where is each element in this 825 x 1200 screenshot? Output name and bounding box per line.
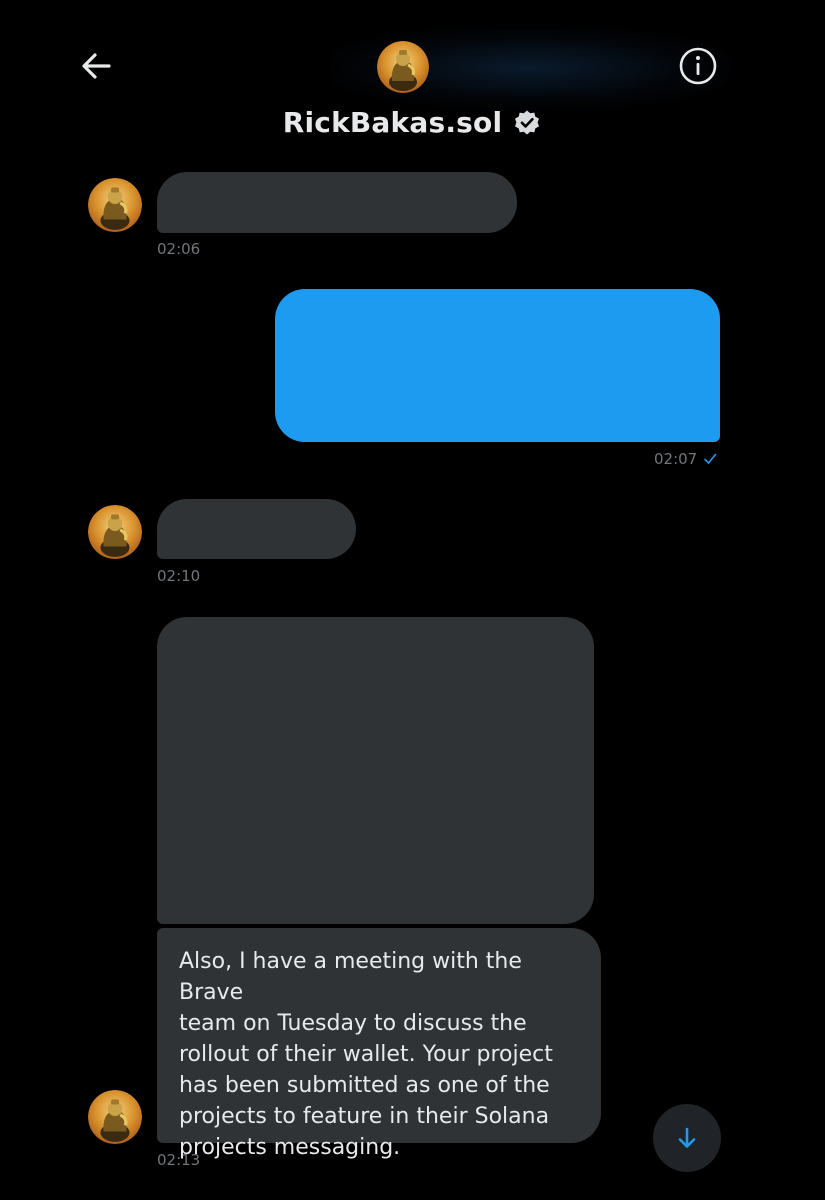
message-timestamp: 02:13 xyxy=(157,1151,201,1169)
message-text: Also, I have a meeting with the Brave te… xyxy=(179,949,553,1160)
contact-name: RickBakas.sol xyxy=(282,106,503,139)
verified-badge-icon xyxy=(512,108,542,138)
sender-avatar[interactable] xyxy=(88,505,142,559)
contact-title[interactable]: RickBakas.sol xyxy=(0,106,825,139)
sender-avatar[interactable] xyxy=(88,1090,142,1144)
message-bubble-incoming[interactable] xyxy=(157,499,356,559)
info-button[interactable] xyxy=(676,44,720,88)
back-button[interactable] xyxy=(74,44,118,88)
message-timestamp: 02:06 xyxy=(157,240,201,258)
sender-avatar[interactable] xyxy=(88,178,142,232)
header-avatar[interactable] xyxy=(377,41,429,93)
message-bubble-outgoing[interactable] xyxy=(275,289,720,442)
sent-check-icon xyxy=(704,453,717,464)
message-timestamp: 02:07 xyxy=(654,450,717,468)
message-bubble-incoming[interactable] xyxy=(157,617,594,924)
arrow-down-icon xyxy=(678,1127,696,1148)
message-bubble-incoming[interactable]: Also, I have a meeting with the Brave te… xyxy=(157,928,601,1160)
message-timestamp: 02:10 xyxy=(157,567,201,585)
scroll-to-bottom-button[interactable] xyxy=(653,1104,721,1172)
message-bubble-incoming[interactable] xyxy=(157,172,517,233)
arrow-left-icon xyxy=(82,53,111,79)
info-circle-icon xyxy=(679,47,717,85)
